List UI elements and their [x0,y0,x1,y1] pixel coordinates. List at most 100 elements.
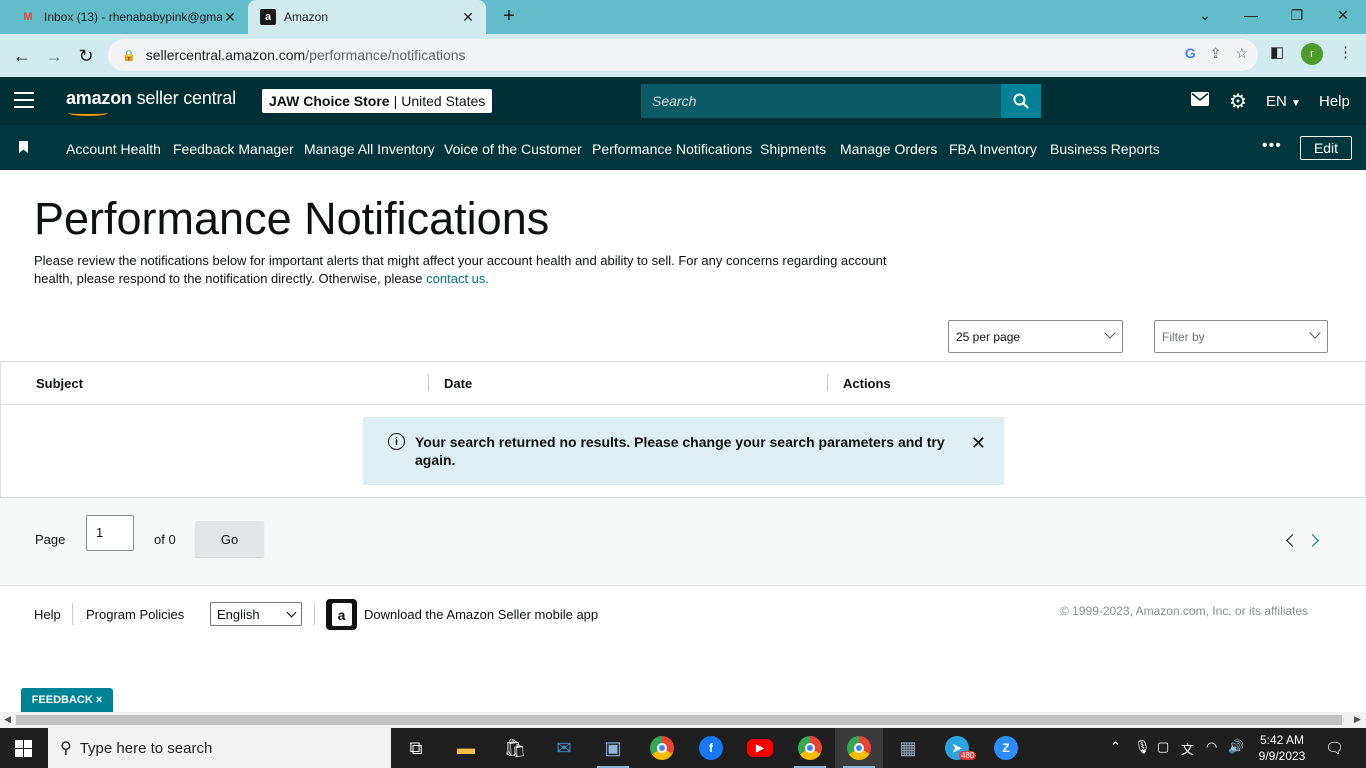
nav-voice-of-the-customer[interactable]: Voice of the Customer [444,141,582,157]
browser-toolbar: ← → ↻ 🔒 sellercentral.amazon.com/perform… [0,34,1366,77]
scroll-left-icon[interactable]: ◀ [4,714,11,725]
seller-nav-bar: Account Health Feedback Manager Manage A… [0,125,1366,170]
profile-avatar[interactable]: r [1301,43,1323,65]
help-link[interactable]: Help [1319,93,1350,110]
nav-business-reports[interactable]: Business Reports [1050,141,1160,157]
meet-now-icon[interactable]: ▢ [1157,739,1169,755]
nav-manage-all-inventory[interactable]: Manage All Inventory [304,141,435,157]
alert-message: Your search returned no results. Please … [415,434,945,468]
taskbar-search[interactable]: ⚲ Type here to search [48,728,391,768]
telegram-icon[interactable]: ➤ 480 [933,728,981,768]
chrome-icon[interactable] [638,728,686,768]
more-icon[interactable]: ••• [1262,137,1282,155]
facebook-icon[interactable]: f [687,728,735,768]
task-view-icon[interactable]: ⧉ [392,728,440,768]
store-icon[interactable]: 🛍 [491,728,539,768]
program-policies-link[interactable]: Program Policies [86,607,184,622]
chevron-down-icon [286,607,297,618]
logo-bold: amazon [66,88,132,108]
nav-performance-notifications[interactable]: Performance Notifications [592,141,752,157]
chevron-up-icon[interactable]: ⌃ [1110,739,1121,755]
horizontal-scrollbar[interactable]: ◀ ▶ [0,712,1366,728]
filter-placeholder: Filter by [1162,329,1205,344]
page-label: Page [35,532,66,547]
per-page-select[interactable]: 25 per page [948,320,1123,353]
ime-icon[interactable]: 文 [1181,739,1194,758]
bookmark-icon[interactable] [19,141,28,153]
table-header: Subject Date Actions [1,362,1365,405]
chevron-down-icon [1104,327,1116,339]
tab-title: Amazon [284,10,329,24]
chrome-active-icon[interactable] [835,728,883,768]
side-panel-icon[interactable]: ◧ [1270,43,1284,61]
taskbar-search-placeholder: Type here to search [79,739,213,757]
contact-us-link[interactable]: contact us. [426,271,489,286]
scrollbar-thumb[interactable] [16,715,1342,725]
menu-icon[interactable]: ⋮ [1338,43,1353,61]
notifications-icon[interactable]: 🗨 [1325,739,1344,757]
reload-button[interactable]: ↻ [72,42,100,70]
store-separator: | [393,93,398,109]
page-title: Performance Notifications [34,193,550,244]
close-icon[interactable]: ✕ [971,433,986,454]
language-selector[interactable]: EN ▼ [1266,93,1301,110]
tab-gmail[interactable]: M Inbox (13) - rhenababypink@gmail.com ✕ [8,0,248,34]
page-number-input[interactable]: 1 [86,515,134,551]
microphone-icon[interactable]: 🎙 [1134,739,1151,755]
mail-icon[interactable] [1191,91,1209,111]
nav-feedback-manager[interactable]: Feedback Manager [173,141,294,157]
share-icon[interactable]: ⇪ [1210,45,1222,62]
star-icon[interactable]: ☆ [1235,45,1248,62]
close-icon[interactable]: ✕ [222,9,238,26]
windows-taskbar: ⚲ Type here to search ⧉ ▬ 🛍 ✉ ▣ f ▶ ▦ ➤ … [0,728,1366,768]
next-page-icon[interactable] [1306,534,1319,547]
nav-account-health[interactable]: Account Health [66,141,161,157]
filter-select[interactable]: Filter by [1154,320,1328,353]
taskbar-clock[interactable]: 5:42 AM 9/9/2023 [1254,732,1310,764]
tab-search-icon[interactable]: ⌄ [1182,0,1228,30]
go-button[interactable]: Go [195,521,264,557]
restore-button[interactable]: ❐ [1274,0,1320,30]
new-tab-button[interactable]: + [498,5,520,27]
page-count: of 0 [154,532,176,547]
search-button[interactable] [1001,84,1041,118]
edit-nav-button[interactable]: Edit [1300,136,1352,160]
footer-help-link[interactable]: Help [34,607,61,622]
minimize-button[interactable]: — [1228,0,1274,30]
forward-button[interactable]: → [40,42,68,70]
column-subject[interactable]: Subject [36,376,83,391]
previous-page-icon[interactable] [1286,534,1299,547]
store-switcher[interactable]: JAW Choice Store | United States [262,89,493,113]
mail-app-icon[interactable]: ✉ [540,728,588,768]
volume-icon[interactable]: 🔊 [1228,739,1244,755]
scroll-right-icon[interactable]: ▶ [1354,714,1361,725]
file-explorer-icon[interactable]: ▬ [442,728,490,768]
download-app-link[interactable]: Download the Amazon Seller mobile app [364,607,598,622]
seller-central-logo[interactable]: amazon seller central [66,88,236,116]
gear-icon[interactable]: ⚙ [1229,89,1247,114]
calculator-icon[interactable]: ▦ [884,728,932,768]
lock-icon: 🔒 [122,49,136,62]
youtube-icon[interactable]: ▶ [736,728,784,768]
address-bar[interactable]: 🔒 sellercentral.amazon.com/performance/n… [108,39,1258,71]
footer-language-select[interactable]: English [210,602,302,626]
nav-manage-orders[interactable]: Manage Orders [840,141,937,157]
column-date[interactable]: Date [444,376,472,391]
close-icon[interactable]: ✕ [460,9,476,26]
amazon-app-icon[interactable]: a [326,599,357,630]
nav-shipments[interactable]: Shipments [760,141,826,157]
search-input[interactable]: Search [641,84,1001,118]
tab-amazon[interactable]: a Amazon ✕ [248,0,486,34]
hamburger-menu-icon[interactable] [14,92,34,110]
chrome-profile-icon[interactable] [786,728,834,768]
google-icon[interactable]: G [1185,45,1196,62]
close-window-button[interactable]: ✕ [1320,0,1366,30]
remote-desktop-icon[interactable]: ▣ [589,728,637,768]
back-button[interactable]: ← [8,42,36,70]
notifications-table: Subject Date Actions i Your search retur… [0,361,1366,498]
windows-start-icon[interactable] [15,740,32,757]
feedback-button[interactable]: FEEDBACK × [21,688,113,712]
wifi-icon[interactable]: ◠ [1206,739,1217,755]
nav-fba-inventory[interactable]: FBA Inventory [949,141,1037,157]
zoom-icon[interactable]: Z [982,728,1030,768]
